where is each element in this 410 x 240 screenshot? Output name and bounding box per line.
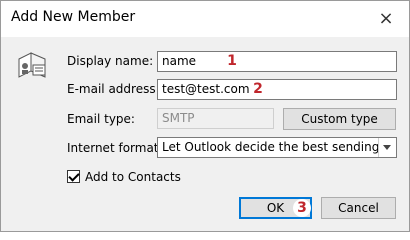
custom-type-button[interactable]: Custom type (283, 108, 396, 130)
internet-format-value: Let Outlook decide the best sending form… (162, 140, 396, 154)
chevron-down-icon[interactable] (378, 138, 396, 157)
email-address-field[interactable]: test@test.com (157, 79, 397, 100)
title-bar: Add New Member × (1, 1, 409, 37)
dialog-body: Display name: name 1 E-mail address: tes… (1, 37, 409, 231)
display-name-field[interactable]: name (157, 51, 397, 72)
step-1-badge: 1 (223, 52, 241, 70)
add-to-contacts-checkbox[interactable] (67, 170, 80, 183)
internet-format-label: Internet format: (67, 141, 163, 155)
add-to-contacts-label[interactable]: Add to Contacts (85, 170, 181, 184)
step-3-badge: 3 (293, 199, 311, 217)
cancel-button[interactable]: Cancel (321, 197, 396, 219)
contact-card-icon (18, 52, 46, 78)
close-button[interactable]: × (373, 6, 399, 32)
add-new-member-dialog: Add New Member × Display name: name 1 E-… (0, 0, 410, 232)
email-type-label: Email type: (67, 112, 135, 126)
display-name-label: Display name: (67, 54, 154, 68)
email-address-label: E-mail address: (67, 82, 160, 96)
email-type-field: SMTP (157, 108, 274, 129)
step-2-badge: 2 (249, 80, 267, 98)
internet-format-select[interactable]: Let Outlook decide the best sending form… (157, 137, 397, 158)
window-title: Add New Member (11, 9, 136, 25)
